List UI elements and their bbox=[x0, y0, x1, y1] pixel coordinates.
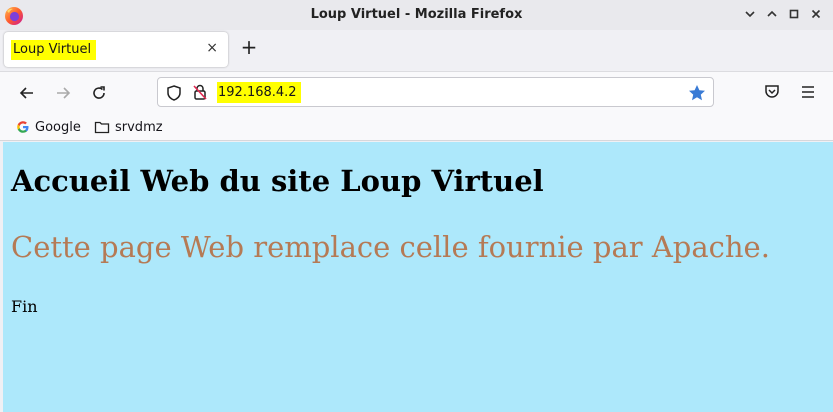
pocket-icon[interactable] bbox=[762, 82, 782, 102]
url-bar[interactable]: 192.168.4.2 bbox=[157, 77, 714, 107]
bookmark-google[interactable]: Google bbox=[16, 118, 81, 136]
tab-label: Loup Virtuel bbox=[11, 40, 97, 60]
page-subtitle: Cette page Web remplace celle fournie pa… bbox=[11, 230, 770, 264]
page-heading: Accueil Web du site Loup Virtuel bbox=[11, 164, 544, 198]
tab-bar: Loup Virtuel × bbox=[0, 30, 833, 70]
back-button[interactable] bbox=[16, 82, 38, 104]
window-title: Loup Virtuel - Mozilla Firefox bbox=[310, 7, 523, 22]
new-tab-button[interactable]: + bbox=[238, 37, 260, 59]
window-controls bbox=[739, 4, 827, 24]
minimize-icon[interactable] bbox=[739, 4, 761, 24]
bookmark-label: srvdmz bbox=[115, 119, 163, 135]
navigation-toolbar: 192.168.4.2 bbox=[0, 71, 833, 113]
page-footer-text: Fin bbox=[11, 297, 38, 316]
insecure-lock-icon[interactable] bbox=[191, 83, 209, 101]
maximize-icon[interactable] bbox=[783, 4, 805, 24]
close-icon[interactable] bbox=[805, 4, 827, 24]
restore-icon[interactable] bbox=[761, 4, 783, 24]
bookmark-label: Google bbox=[35, 119, 81, 135]
shield-icon[interactable] bbox=[165, 84, 183, 102]
window-titlebar: Loup Virtuel - Mozilla Firefox bbox=[0, 0, 833, 30]
tab-close-icon[interactable]: × bbox=[206, 40, 218, 56]
folder-icon bbox=[94, 121, 110, 134]
bookmark-folder-srvdmz[interactable]: srvdmz bbox=[94, 118, 163, 136]
google-icon bbox=[17, 121, 29, 133]
forward-button[interactable] bbox=[52, 82, 74, 104]
hamburger-menu-icon[interactable] bbox=[798, 82, 818, 102]
reload-button[interactable] bbox=[88, 82, 110, 104]
arrow-right-icon bbox=[57, 87, 71, 99]
url-text[interactable]: 192.168.4.2 bbox=[217, 82, 301, 103]
page-content: Accueil Web du site Loup Virtuel Cette p… bbox=[3, 142, 833, 412]
reload-icon bbox=[93, 86, 105, 99]
bookmark-star-icon[interactable] bbox=[687, 83, 707, 103]
bookmarks-toolbar: Google srvdmz bbox=[0, 113, 833, 141]
arrow-left-icon bbox=[19, 87, 33, 99]
tab-loup-virtuel[interactable]: Loup Virtuel × bbox=[4, 32, 228, 67]
